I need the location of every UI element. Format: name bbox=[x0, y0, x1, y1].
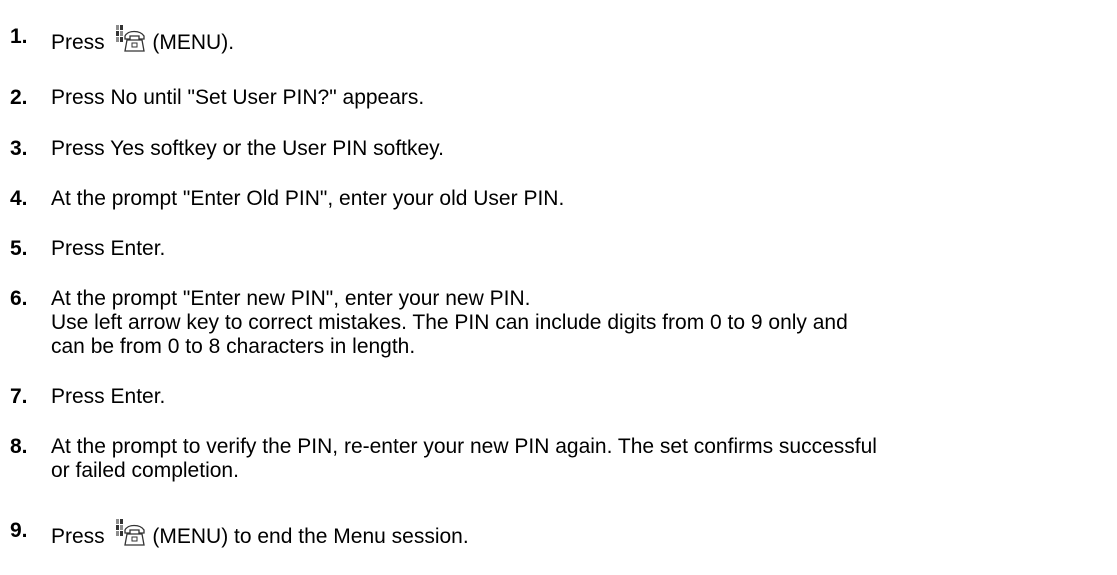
step-8: 8. At the prompt to verify the PIN, re-e… bbox=[10, 435, 1110, 483]
step-text-before: Press bbox=[51, 31, 105, 54]
step-text: At the prompt "Enter Old PIN", enter you… bbox=[51, 187, 565, 210]
step-7: 7. Press Enter. bbox=[10, 385, 1110, 409]
step-number: 1. bbox=[10, 25, 28, 48]
step-text: Press (MENU). bbox=[51, 25, 1110, 55]
step-text-line: At the prompt to verify the PIN, re-ente… bbox=[51, 435, 877, 458]
step-text: At the prompt "Enter new PIN", enter you… bbox=[51, 287, 1110, 359]
step-text-before: Press bbox=[51, 525, 105, 548]
step-text-line: Use left arrow key to correct mistakes. … bbox=[51, 311, 848, 334]
step-6: 6. At the prompt "Enter new PIN", enter … bbox=[10, 287, 1110, 359]
step-text-line: can be from 0 to 8 characters in length. bbox=[51, 335, 416, 358]
step-text-line: At the prompt "Enter new PIN", enter you… bbox=[51, 287, 531, 310]
step-1: 1. Press (MENU). bbox=[10, 25, 1110, 55]
step-text: At the prompt to verify the PIN, re-ente… bbox=[51, 435, 1110, 483]
step-number: 9. bbox=[10, 519, 28, 542]
step-number: 4. bbox=[10, 187, 28, 210]
step-number: 3. bbox=[10, 137, 28, 160]
step-text-after: (MENU) to end the Menu session. bbox=[152, 525, 469, 548]
step-text-line: or failed completion. bbox=[51, 459, 239, 482]
step-number: 7. bbox=[10, 385, 28, 408]
menu-phone-icon bbox=[115, 519, 145, 546]
step-text: Press Yes softkey or the User PIN softke… bbox=[51, 137, 444, 160]
step-number: 2. bbox=[10, 86, 28, 109]
step-5: 5. Press Enter. bbox=[10, 237, 1110, 261]
step-text: Press Enter. bbox=[51, 237, 166, 260]
step-2: 2. Press No until "Set User PIN?" appear… bbox=[10, 86, 1110, 110]
instruction-steps: 1. Press (MENU). 2. Press No until "Set … bbox=[0, 0, 1117, 575]
step-text: Press No until "Set User PIN?" appears. bbox=[51, 86, 425, 109]
step-3: 3. Press Yes softkey or the User PIN sof… bbox=[10, 137, 1110, 161]
step-text: Press Enter. bbox=[51, 385, 166, 408]
step-number: 6. bbox=[10, 287, 28, 310]
step-text-after: (MENU). bbox=[152, 31, 235, 54]
step-4: 4. At the prompt "Enter Old PIN", enter … bbox=[10, 187, 1110, 211]
step-number: 5. bbox=[10, 237, 28, 260]
step-9: 9. Press (MENU) to end the Menu session. bbox=[10, 519, 1110, 549]
step-text: Press (MENU) to end the Menu session. bbox=[51, 519, 1110, 549]
step-number: 8. bbox=[10, 435, 28, 458]
menu-phone-icon bbox=[115, 25, 145, 52]
